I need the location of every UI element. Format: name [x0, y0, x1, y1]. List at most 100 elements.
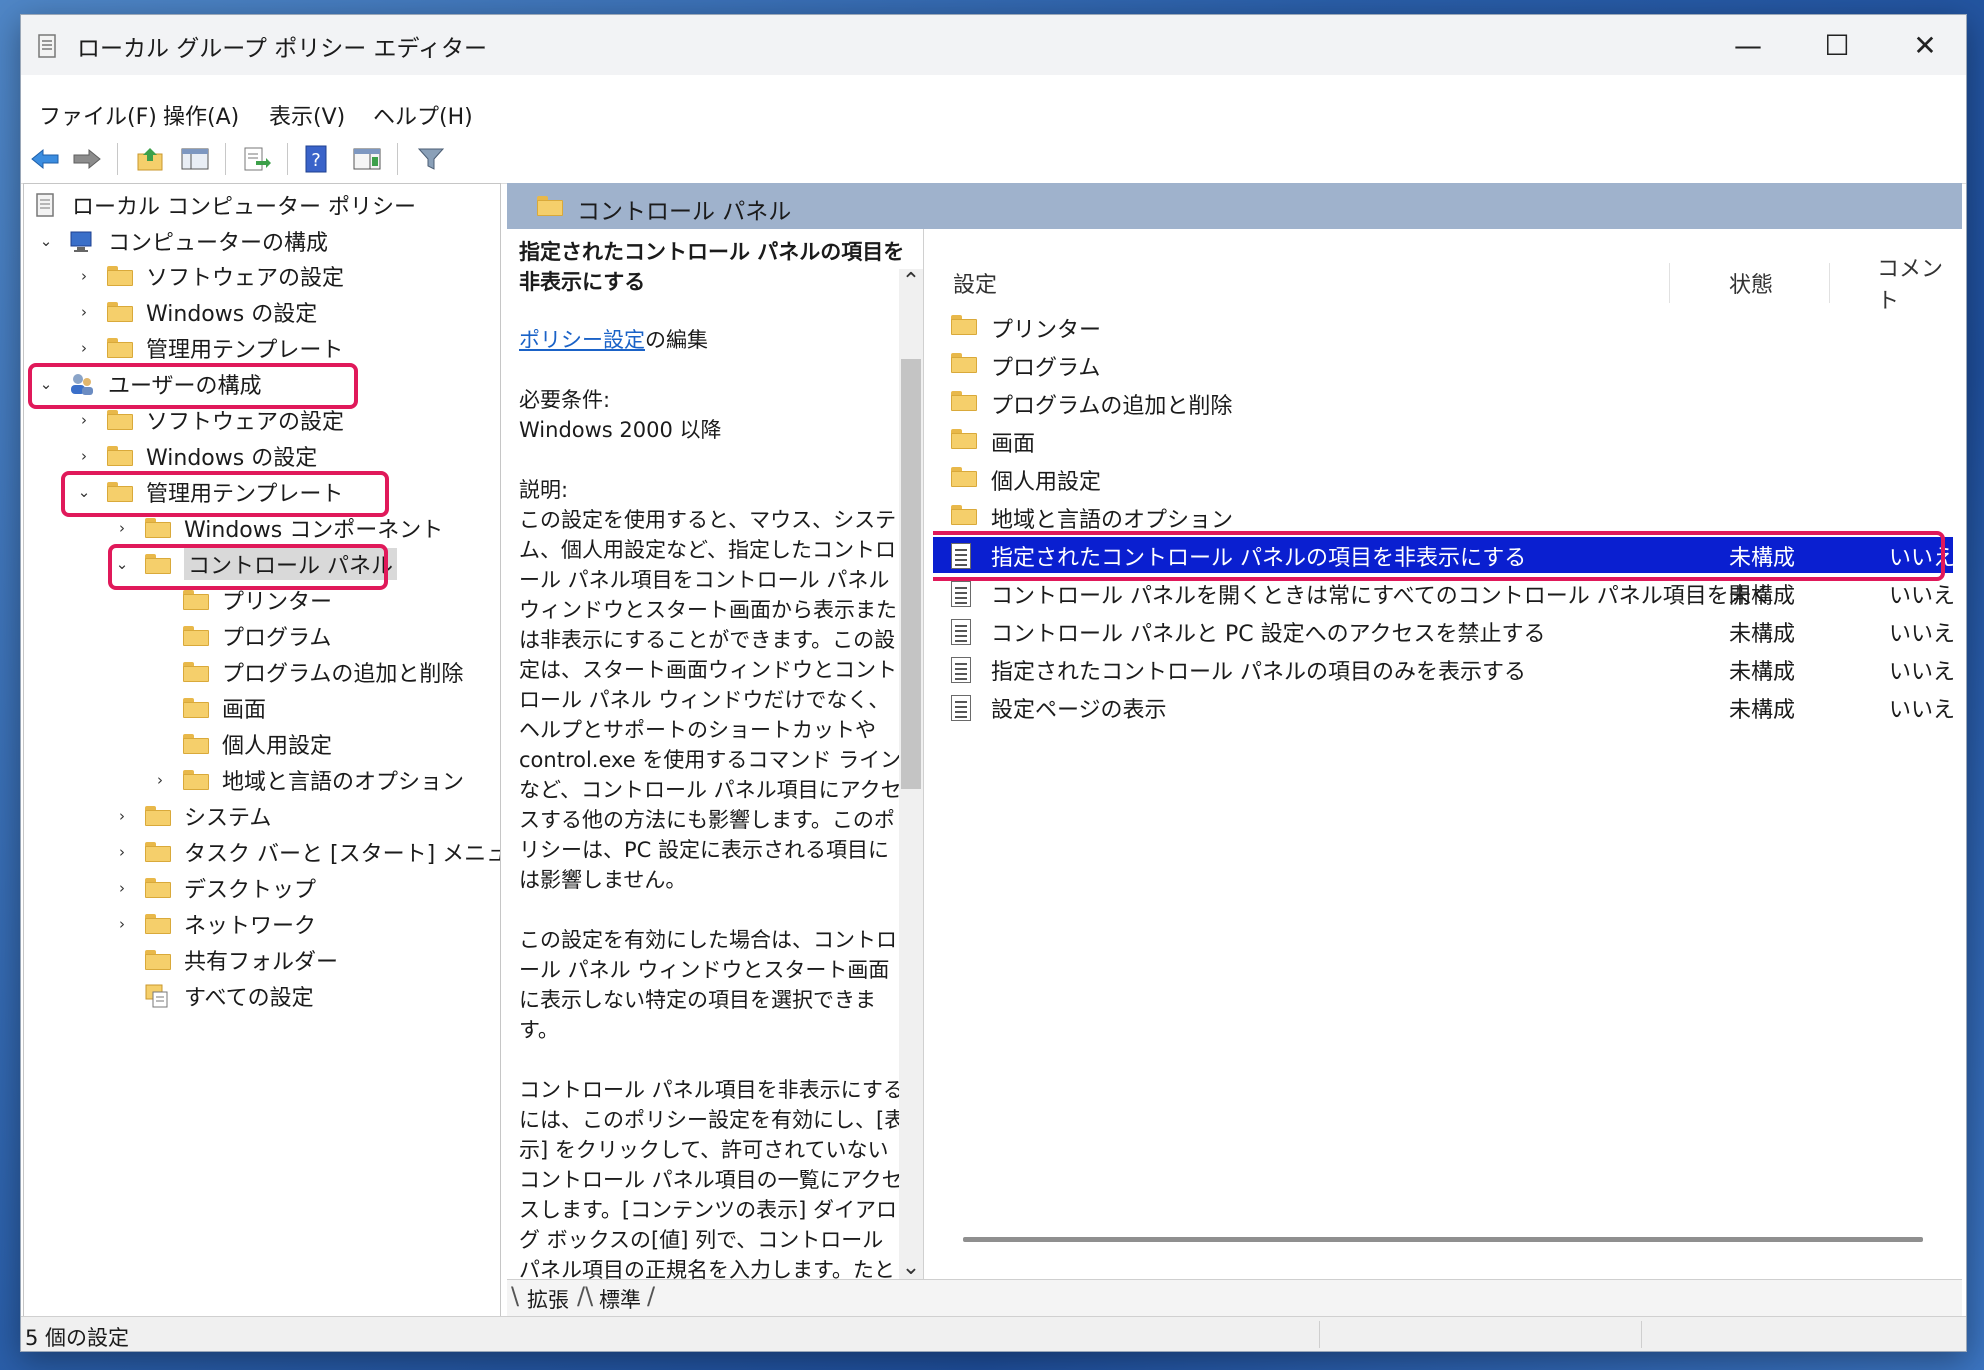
folder-icon — [182, 660, 210, 684]
list-folder-display[interactable]: 画面 — [933, 423, 1953, 459]
tree-item-windows-settings-user[interactable]: › Windows の設定 — [76, 439, 317, 473]
toolbar: ? — [21, 135, 1966, 184]
column-header-comment[interactable]: コメント — [1877, 257, 1962, 314]
chevron-right-icon[interactable]: › — [76, 339, 92, 357]
tree-item-add-remove-programs[interactable]: プログラムの追加と削除 — [152, 655, 463, 689]
status-text: 5 個の設定 — [25, 1326, 130, 1350]
tree-item-desktop[interactable]: › デスクトップ — [114, 871, 316, 905]
list-folder-printers[interactable]: プリンター — [933, 309, 1953, 345]
menu-action[interactable]: 操作(A) — [163, 99, 239, 131]
folder-icon — [951, 353, 977, 377]
tree-item-computer-config[interactable]: ⌄ コンピューターの構成 — [38, 224, 328, 258]
column-header-state[interactable]: 状態 — [1729, 263, 1773, 303]
filter-icon[interactable] — [413, 143, 449, 175]
folder-icon — [182, 624, 210, 648]
scrollbar-thumb[interactable] — [901, 359, 921, 789]
menu-file[interactable]: ファイル(F) — [39, 99, 157, 131]
requirements: 必要条件: Windows 2000 以降 — [519, 385, 909, 445]
tree-item-system[interactable]: › システム — [114, 799, 271, 833]
policy-setting-icon — [951, 581, 975, 607]
folder-icon — [182, 768, 210, 792]
app-icon — [38, 34, 56, 58]
folder-icon — [951, 505, 977, 529]
tree-item-all-settings[interactable]: すべての設定 — [114, 979, 314, 1013]
window-title: ローカル グループ ポリシー エディター — [77, 36, 487, 62]
tree-root-local-computer-policy[interactable]: ローカル コンピューター ポリシー — [32, 188, 416, 222]
chevron-right-icon[interactable]: › — [114, 915, 130, 933]
minimize-button[interactable]: — — [1704, 15, 1792, 75]
folder-icon — [182, 732, 210, 756]
tree-item-regional-language[interactable]: › 地域と言語のオプション — [152, 763, 464, 797]
chevron-right-icon[interactable]: › — [76, 267, 92, 285]
tree-item-display[interactable]: 画面 — [152, 691, 266, 725]
up-folder-icon[interactable] — [133, 143, 169, 175]
setting-row-show-only-specified[interactable]: 指定されたコントロール パネルの項目のみを表示する 未構成 いいえ — [933, 651, 1955, 687]
explanation-paragraph-2: この設定を有効にした場合は、コントロール パネル ウィンドウとスタート画面に表示… — [519, 928, 897, 1042]
show-hide-tree-icon[interactable] — [177, 143, 213, 175]
edit-policy-suffix: の編集 — [645, 328, 708, 352]
chevron-right-icon[interactable]: › — [114, 879, 130, 897]
status-bar: 5 個の設定 — [21, 1316, 1966, 1351]
category-header: コントロール パネル — [507, 183, 1962, 229]
tree-item-programs[interactable]: プログラム — [152, 619, 331, 653]
folder-icon — [144, 912, 172, 936]
back-icon[interactable] — [27, 143, 63, 175]
tree-item-windows-settings-computer[interactable]: › Windows の設定 — [76, 295, 317, 329]
scroll-up-icon[interactable]: ⌃ — [899, 269, 923, 294]
chevron-right-icon[interactable]: › — [76, 303, 92, 321]
chevron-right-icon[interactable]: › — [76, 411, 92, 429]
setting-row-prohibit-access[interactable]: コントロール パネルと PC 設定へのアクセスを禁止する 未構成 いいえ — [933, 613, 1955, 649]
tree-item-admin-templates-computer[interactable]: › 管理用テンプレート — [76, 331, 343, 365]
explanation-label: 説明: — [519, 478, 569, 502]
tab-standard[interactable]: 標準 — [591, 1284, 649, 1314]
chevron-down-icon[interactable]: ⌄ — [38, 232, 54, 250]
export-list-icon[interactable] — [239, 143, 275, 175]
forward-icon[interactable] — [69, 143, 105, 175]
all-settings-icon — [144, 984, 172, 1008]
chevron-right-icon[interactable]: › — [114, 519, 130, 537]
folder-icon — [144, 516, 172, 540]
tree-item-shared-folders[interactable]: 共有フォルダー — [114, 943, 338, 977]
list-folder-programs[interactable]: プログラム — [933, 347, 1953, 383]
folder-icon — [106, 300, 134, 324]
edit-policy-link[interactable]: ポリシー設定 — [519, 328, 645, 352]
folder-icon — [951, 429, 977, 453]
folder-icon — [106, 264, 134, 288]
column-header-setting[interactable]: 設定 — [953, 263, 997, 303]
svg-text:?: ? — [311, 150, 321, 171]
chevron-right-icon[interactable]: › — [152, 771, 168, 789]
folder-icon — [182, 588, 210, 612]
list-folder-add-remove-programs[interactable]: プログラムの追加と削除 — [933, 385, 1953, 421]
horizontal-scrollbar[interactable] — [963, 1237, 1923, 1242]
tree-item-software-settings-computer[interactable]: › ソフトウェアの設定 — [76, 259, 344, 293]
list-folder-regional-language[interactable]: 地域と言語のオプション — [933, 499, 1953, 535]
highlight-selected-setting — [933, 531, 1945, 581]
scroll-down-icon[interactable]: ⌄ — [899, 1255, 923, 1279]
description-scrollbar[interactable]: ⌃ ⌄ — [899, 269, 923, 1279]
help-icon[interactable]: ? — [299, 143, 335, 175]
tree-item-taskbar-start[interactable]: › タスク バーと [スタート] メニュー — [114, 835, 500, 869]
setting-row-settings-page-visibility[interactable]: 設定ページの表示 未構成 いいえ — [933, 689, 1955, 725]
chevron-right-icon[interactable]: › — [114, 807, 130, 825]
tree-item-personalization[interactable]: 個人用設定 — [152, 727, 332, 761]
menu-view[interactable]: 表示(V) — [269, 99, 345, 131]
settings-list: 設定 状態 コメント プリンター プログラム プログラムの追加と削除 画面 個人… — [933, 229, 1962, 1279]
menu-help[interactable]: ヘルプ(H) — [373, 99, 473, 131]
list-folder-personalization[interactable]: 個人用設定 — [933, 461, 1953, 497]
policy-setting-icon — [951, 619, 975, 645]
folder-icon — [106, 336, 134, 360]
chevron-right-icon[interactable]: › — [114, 843, 130, 861]
description-title: 指定されたコントロール パネルの項目を非表示にする — [519, 240, 905, 294]
edit-policy-line: ポリシー設定の編集 — [519, 325, 909, 355]
tree-item-network[interactable]: › ネットワーク — [114, 907, 316, 941]
maximize-button[interactable]: ☐ — [1793, 15, 1881, 75]
tab-extended[interactable]: 拡張 — [519, 1284, 577, 1314]
policy-setting-icon — [951, 657, 975, 683]
folder-icon — [951, 315, 977, 339]
highlight-control-panel — [108, 544, 388, 590]
view-tabs: \ 拡張 /\ 標準 / — [507, 1279, 1962, 1317]
folder-icon — [144, 948, 172, 972]
close-button[interactable]: ✕ — [1881, 15, 1966, 75]
properties-icon[interactable] — [349, 143, 385, 175]
chevron-right-icon[interactable]: › — [76, 447, 92, 465]
